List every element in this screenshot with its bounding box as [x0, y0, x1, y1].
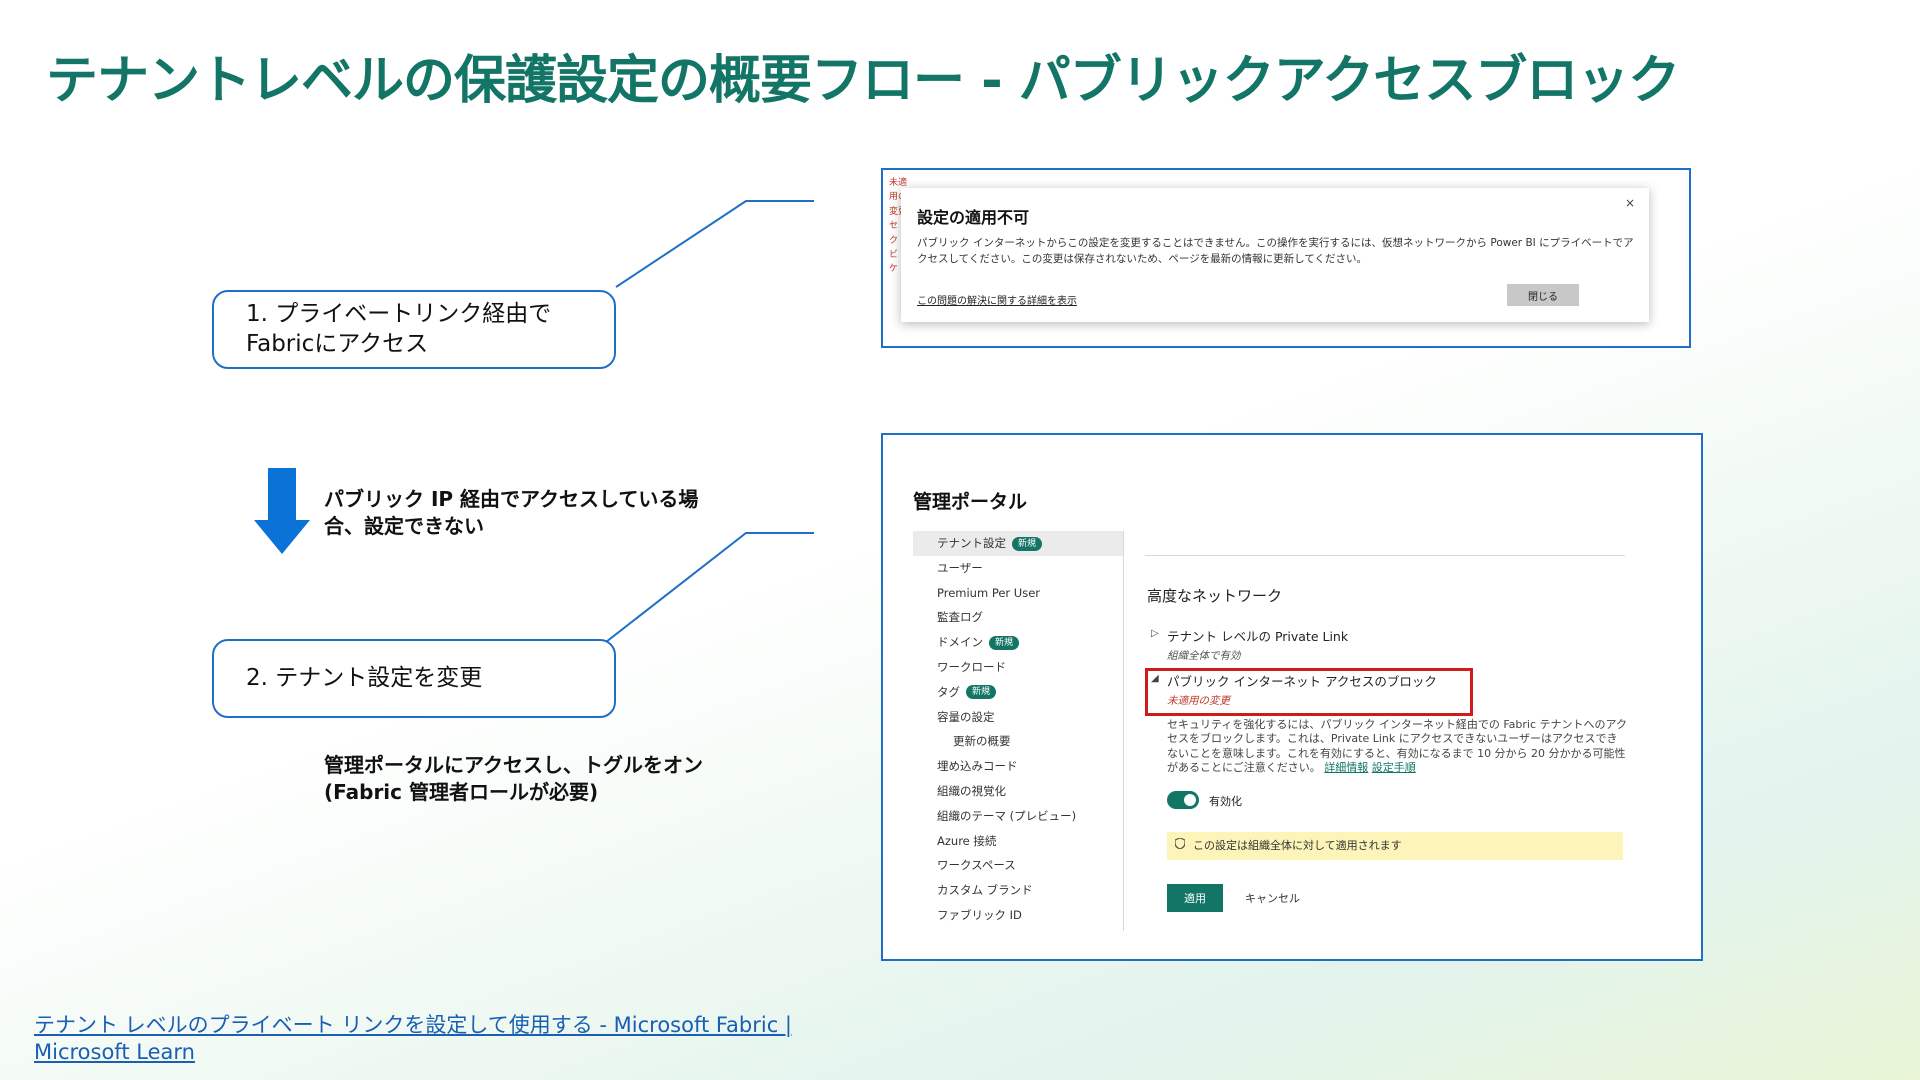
- step2-text: 2. テナント設定を変更: [246, 664, 483, 691]
- nav-label: ドメイン: [937, 635, 983, 650]
- dialog-title: 設定の適用不可: [917, 208, 1030, 227]
- nav-label: タグ: [937, 684, 960, 699]
- setup-steps-link[interactable]: 設定手順: [1372, 761, 1416, 774]
- setting-block-public-access-status: 未適用の変更: [1167, 695, 1230, 707]
- nav-item-users[interactable]: ユーザー: [913, 556, 1123, 581]
- dialog-close-button[interactable]: 閉じる: [1507, 284, 1579, 306]
- nav-item-premium-per-user[interactable]: Premium Per User: [913, 581, 1123, 606]
- setting-unavailable-dialog: × 設定の適用不可 パブリック インターネットからこの設定を変更することはできま…: [901, 188, 1649, 322]
- nav-divider: [1123, 531, 1124, 931]
- nav-item-fabric-id[interactable]: ファブリック ID: [913, 903, 1123, 928]
- new-badge: 新規: [989, 635, 1020, 650]
- nav-item-refresh-summary[interactable]: 更新の概要: [913, 729, 1123, 754]
- docs-link-line1: テナント レベルのプライベート リンクを設定して使用する - Microsoft…: [34, 1013, 793, 1037]
- dialog-body: パブリック インターネットからこの設定を変更することはできません。この操作を実行…: [917, 237, 1634, 265]
- info-bar-text: この設定は組織全体に対して適用されます: [1193, 839, 1402, 852]
- setting-private-link[interactable]: テナント レベルの Private Link 組織全体で有効: [1167, 626, 1348, 663]
- nav-item-domains[interactable]: ドメイン 新規: [913, 630, 1123, 655]
- setting-block-public-access-name: パブリック インターネット アクセスのブロック: [1167, 674, 1437, 689]
- toggle-label: 有効化: [1209, 795, 1242, 808]
- setting-block-public-access[interactable]: パブリック インターネット アクセスのブロック 未適用の変更: [1167, 671, 1437, 708]
- nav-item-embed-codes[interactable]: 埋め込みコード: [913, 754, 1123, 779]
- learn-more-link[interactable]: 詳細情報: [1324, 761, 1368, 774]
- nav-item-custom-branding[interactable]: カスタム ブランド: [913, 878, 1123, 903]
- chevron-down-icon[interactable]: ◢: [1151, 673, 1159, 684]
- org-wide-info-bar: この設定は組織全体に対して適用されます: [1167, 832, 1623, 860]
- setting-private-link-status: 組織全体で有効: [1167, 650, 1241, 662]
- portal-nav: テナント設定 新規 ユーザー Premium Per User 監査ログ ドメイン…: [913, 531, 1123, 928]
- step2-callout: 2. テナント設定を変更: [212, 639, 616, 718]
- connector-line-step1: [615, 200, 814, 288]
- setting-description: セキュリティを強化するには、パブリック インターネット経由での Fabric テ…: [1167, 718, 1627, 775]
- connector-line-step2: [605, 532, 814, 643]
- note-admin-portal: 管理ポータルにアクセスし、トグルをオン (Fabric 管理者ロールが必要): [324, 752, 703, 806]
- note-admin-portal-line1: 管理ポータルにアクセスし、トグルをオン: [324, 753, 703, 777]
- section-title-advanced-networking: 高度なネットワーク: [1147, 587, 1283, 605]
- docs-link-line2: Microsoft Learn: [34, 1039, 195, 1064]
- close-icon[interactable]: ×: [1625, 196, 1635, 210]
- note-admin-portal-line2: (Fabric 管理者ロールが必要): [324, 780, 599, 804]
- new-badge: 新規: [1012, 536, 1043, 551]
- shield-icon: [1174, 832, 1186, 860]
- content-top-divider: [1145, 555, 1625, 556]
- nav-item-azure-connections[interactable]: Azure 接続: [913, 829, 1123, 854]
- note-public-ip: パブリック IP 経由でアクセスしている場 合、設定できない: [324, 486, 698, 540]
- chevron-right-icon[interactable]: ▷: [1151, 628, 1159, 639]
- note-public-ip-line2: 合、設定できない: [324, 514, 484, 538]
- note-public-ip-line1: パブリック IP 経由でアクセスしている場: [324, 487, 699, 511]
- nav-item-tags[interactable]: タグ 新規: [913, 680, 1123, 705]
- setting-private-link-name: テナント レベルの Private Link: [1167, 629, 1349, 644]
- screenshot-error-dialog: 未適用の変更 セ ク ビ ケ × 設定の適用不可 パブリック インターネットから…: [881, 168, 1691, 348]
- step1-text-line1: 1. プライベートリンク経由で: [246, 300, 552, 327]
- nav-item-tenant-settings[interactable]: テナント設定 新規: [913, 531, 1123, 556]
- nav-item-org-visuals[interactable]: 組織の視覚化: [913, 779, 1123, 804]
- portal-title: 管理ポータル: [913, 491, 1028, 513]
- nav-item-audit-logs[interactable]: 監査ログ: [913, 605, 1123, 630]
- nav-item-workspaces[interactable]: ワークスペース: [913, 853, 1123, 878]
- step1-callout: 1. プライベートリンク経由で Fabricにアクセス: [212, 290, 616, 369]
- nav-label: テナント設定: [937, 536, 1006, 550]
- nav-item-capacity-settings[interactable]: 容量の設定: [913, 705, 1123, 730]
- down-arrow-icon: [254, 468, 310, 554]
- nav-item-workloads[interactable]: ワークロード: [913, 655, 1123, 680]
- dialog-help-link[interactable]: この問題の解決に関する詳細を表示: [917, 292, 1077, 307]
- screenshot-admin-portal: 管理ポータル テナント設定 新規 ユーザー Premium Per User 監査…: [881, 433, 1703, 961]
- new-badge: 新規: [966, 685, 997, 700]
- docs-link[interactable]: テナント レベルのプライベート リンクを設定して使用する - Microsoft…: [34, 1012, 834, 1066]
- cancel-button[interactable]: キャンセル: [1239, 884, 1306, 912]
- step1-text-line2: Fabricにアクセス: [246, 330, 429, 357]
- nav-item-org-themes[interactable]: 組織のテーマ (プレビュー): [913, 804, 1123, 829]
- enable-toggle[interactable]: [1167, 791, 1199, 809]
- apply-button[interactable]: 適用: [1167, 884, 1223, 912]
- toggle-knob: [1184, 794, 1196, 806]
